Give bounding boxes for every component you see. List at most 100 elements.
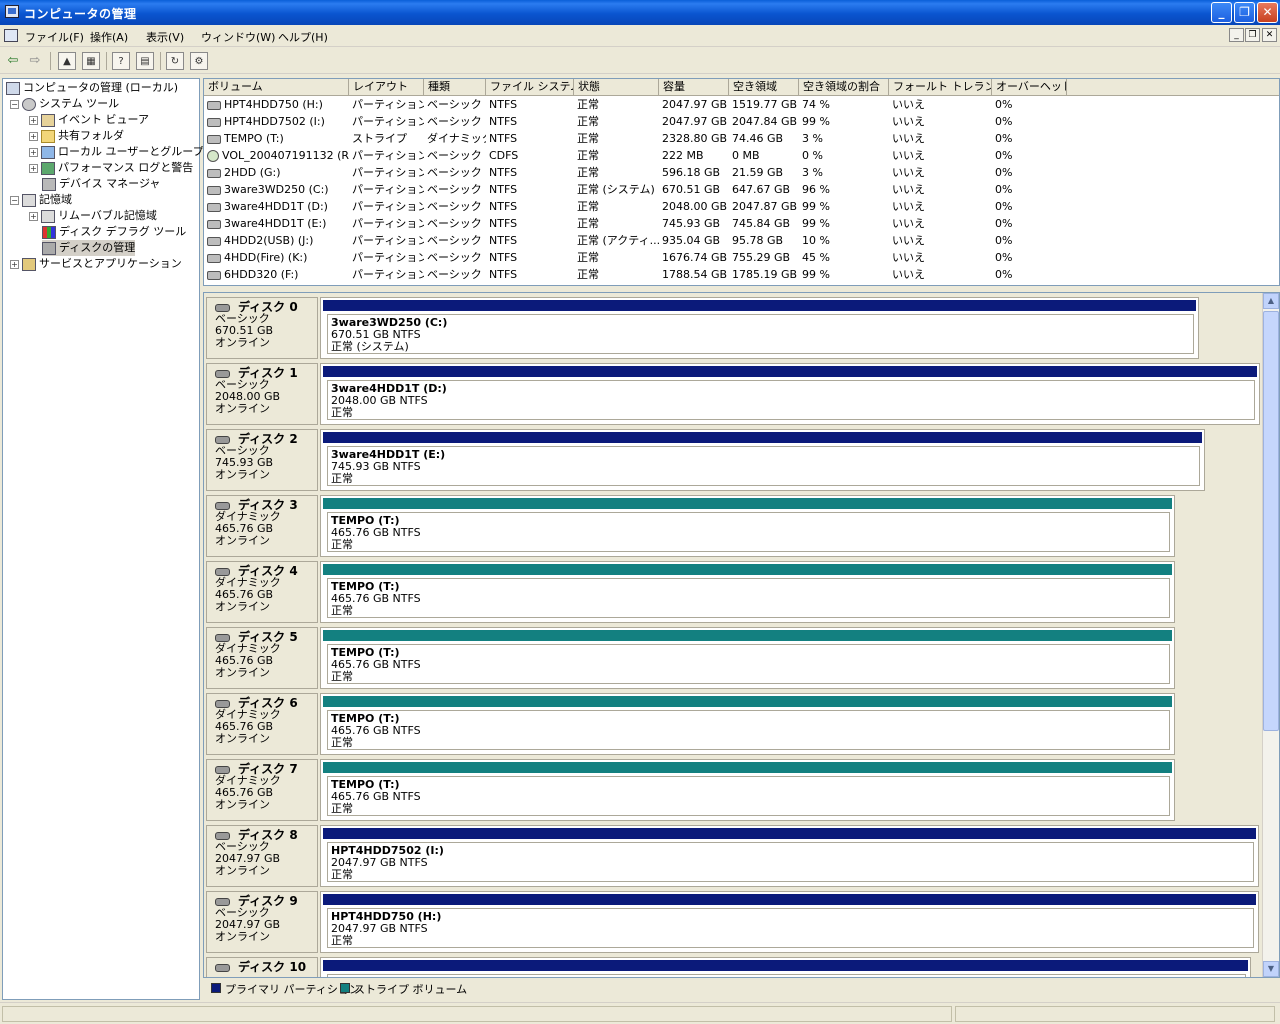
disk-row[interactable]: ディスク 8 ベーシック 2047.97 GB オンライン HPT4HDD7502 (I… [206,825,1264,887]
properties-icon[interactable]: ? [112,52,130,70]
disk-row[interactable]: ディスク 3 ダイナミック 465.76 GB オンライン TEMPO (T:) 465.… [206,495,1264,557]
menu-action[interactable]: 操作(A) [90,29,128,45]
help-icon[interactable]: ▤ [136,52,154,70]
mdi-minimize-button[interactable]: _ [1229,28,1244,42]
partition-block[interactable]: TEMPO (T:) 465.76 GB NTFS 正常 [320,693,1175,755]
partition-block[interactable] [320,957,1251,977]
disk-label[interactable]: ディスク 2 ベーシック 745.93 GB オンライン [206,429,318,491]
partition-block[interactable]: TEMPO (T:) 465.76 GB NTFS 正常 [320,627,1175,689]
column-header-capacity[interactable]: 容量 [659,79,729,96]
table-row[interactable]: HPT4HDD7502 (I:) パーティション ベーシック NTFS 正常 2047.9… [204,113,1279,130]
menu-view[interactable]: 表示(V) [146,29,184,45]
table-row[interactable]: TEMPO (T:) ストライプ ダイナミックNTFS 正常 2328.80 GB 74.… [204,130,1279,147]
column-header-volume[interactable]: ボリューム [204,79,349,96]
table-row[interactable]: VOL_200407191132 (R:) パーティション ベーシック CDFS 正常 2… [204,147,1279,164]
disk-label[interactable]: ディスク 3 ダイナミック 465.76 GB オンライン [206,495,318,557]
disk-label[interactable]: ディスク 6 ダイナミック 465.76 GB オンライン [206,693,318,755]
table-cell: 670.51 GB [659,181,729,198]
scroll-up-icon[interactable]: ▲ [1263,293,1279,309]
menu-file[interactable]: ファイル(F) [25,29,84,45]
disk-label[interactable]: ディスク 4 ダイナミック 465.76 GB オンライン [206,561,318,623]
tree-item-storage[interactable]: − 記憶域 [10,192,72,208]
refresh-icon[interactable]: ↻ [166,52,184,70]
table-row[interactable]: 3ware4HDD1T (E:) パーティション ベーシック NTFS 正常 745.93… [204,215,1279,232]
mdi-restore-button[interactable]: ❐ [1245,28,1260,42]
column-header-fault-tolerance[interactable]: フォールト トレランス [889,79,992,96]
cell-text: いいえ [892,217,925,230]
partition-block[interactable]: HPT4HDD7502 (I:) 2047.97 GB NTFS 正常 [320,825,1259,887]
disk-label[interactable]: ディスク 9 ベーシック 2047.97 GB オンライン [206,891,318,953]
settings-icon[interactable]: ⚙ [190,52,208,70]
disk-label[interactable]: ディスク 8 ベーシック 2047.97 GB オンライン [206,825,318,887]
table-row[interactable]: 4HDD(Fire) (K:) パーティション ベーシック NTFS 正常 1676.74… [204,249,1279,266]
disk-label[interactable]: ディスク 0 ベーシック 670.51 GB オンライン [206,297,318,359]
tree-item-disk-management[interactable]: ディスクの管理 [42,240,136,256]
vertical-scrollbar[interactable]: ▲ ▼ [1262,293,1279,977]
column-header-free-space[interactable]: 空き領域 [729,79,799,96]
disk-label[interactable]: ディスク 7 ダイナミック 465.76 GB オンライン [206,759,318,821]
partition-block[interactable]: 3ware4HDD1T (D:) 2048.00 GB NTFS 正常 [320,363,1260,425]
partition-block[interactable]: TEMPO (T:) 465.76 GB NTFS 正常 [320,495,1175,557]
tree-item-services[interactable]: + サービスとアプリケーション [10,256,182,272]
menu-help[interactable]: ヘルプ(H) [278,29,328,45]
expand-icon[interactable]: + [29,147,38,157]
table-row[interactable]: 4HDD2(USB) (J:) パーティション ベーシック NTFS 正常 (アクティ.… [204,232,1279,249]
table-row[interactable]: 6HDD320 (F:) パーティション ベーシック NTFS 正常 1788.54 GB… [204,266,1279,283]
column-header-type[interactable]: 種類 [424,79,486,96]
back-arrow-icon[interactable]: ⇦ [4,52,22,70]
disk-row[interactable]: ディスク 4 ダイナミック 465.76 GB オンライン TEMPO (T:) 465.… [206,561,1264,623]
tree-item-device-manager[interactable]: デバイス マネージャ [42,176,160,192]
tree-item-event-viewer[interactable]: + イベント ビューア [29,112,149,128]
disk-label[interactable]: ディスク 5 ダイナミック 465.76 GB オンライン [206,627,318,689]
partition-block[interactable]: 3ware4HDD1T (E:) 745.93 GB NTFS 正常 [320,429,1205,491]
tree-item-system-tools[interactable]: − システム ツール [10,96,119,112]
restore-button[interactable]: ❐ [1234,2,1255,23]
table-row[interactable]: 2HDD (G:) パーティション ベーシック NTFS 正常 596.18 GB 21.5… [204,164,1279,181]
disk-row[interactable]: ディスク 10 [206,957,1264,977]
partition-block[interactable]: TEMPO (T:) 465.76 GB NTFS 正常 [320,759,1175,821]
disk-row[interactable]: ディスク 6 ダイナミック 465.76 GB オンライン TEMPO (T:) 465.… [206,693,1264,755]
disk-row[interactable]: ディスク 0 ベーシック 670.51 GB オンライン 3ware3WD250 (C:… [206,297,1264,359]
tree-item-defrag[interactable]: ディスク デフラグ ツール [42,224,186,240]
column-header-layout[interactable]: レイアウト [349,79,424,96]
menu-window[interactable]: ウィンドウ(W) [201,29,275,45]
tree-item-performance[interactable]: + パフォーマンス ログと警告 [29,160,193,176]
close-button[interactable]: ✕ [1257,2,1278,23]
disk-row[interactable]: ディスク 5 ダイナミック 465.76 GB オンライン TEMPO (T:) 465.… [206,627,1264,689]
document-icon[interactable] [4,29,18,42]
tree-item-removable-storage[interactable]: + リムーバブル記憶域 [29,208,157,224]
expand-icon[interactable]: + [29,115,38,125]
up-folder-icon[interactable]: ▲ [58,52,76,70]
expand-icon[interactable]: + [10,259,19,269]
column-header-filesystem[interactable]: ファイル システム [486,79,574,96]
scroll-thumb[interactable] [1263,311,1279,731]
table-row[interactable]: 3ware3WD250 (C:) パーティション ベーシック NTFS 正常 (システム… [204,181,1279,198]
expand-icon[interactable]: + [29,163,38,173]
scroll-down-icon[interactable]: ▼ [1263,961,1279,977]
tree-item-root[interactable]: コンピュータの管理 (ローカル) [6,80,178,96]
table-row[interactable]: HPT4HDD750 (H:) パーティション ベーシック NTFS 正常 2047.97… [204,96,1279,113]
collapse-icon[interactable]: − [10,99,19,109]
disk-row[interactable]: ディスク 7 ダイナミック 465.76 GB オンライン TEMPO (T:) 465.… [206,759,1264,821]
disk-row[interactable]: ディスク 9 ベーシック 2047.97 GB オンライン HPT4HDD750 (H:… [206,891,1264,953]
tree-item-local-users[interactable]: + ローカル ユーザーとグループ [29,144,204,160]
column-header-status[interactable]: 状態 [574,79,659,96]
partition-block[interactable]: 3ware3WD250 (C:) 670.51 GB NTFS 正常 (システム) [320,297,1199,359]
disk-row[interactable]: ディスク 1 ベーシック 2048.00 GB オンライン 3ware4HDD1T (D… [206,363,1264,425]
disk-row[interactable]: ディスク 2 ベーシック 745.93 GB オンライン 3ware4HDD1T (E:… [206,429,1264,491]
partition-block[interactable]: TEMPO (T:) 465.76 GB NTFS 正常 [320,561,1175,623]
tree-item-shared-folders[interactable]: + 共有フォルダ [29,128,124,144]
disk-label[interactable]: ディスク 1 ベーシック 2048.00 GB オンライン [206,363,318,425]
column-header-free-percent[interactable]: 空き領域の割合 [799,79,889,96]
collapse-icon[interactable]: − [10,195,19,205]
show-hide-tree-icon[interactable]: ▦ [82,52,100,70]
expand-icon[interactable]: + [29,131,38,141]
table-row[interactable]: 3ware4HDD1T (D:) パーティション ベーシック NTFS 正常 2048.0… [204,198,1279,215]
forward-arrow-icon[interactable]: ⇨ [26,52,44,70]
mdi-close-button[interactable]: ✕ [1262,28,1277,42]
disk-label[interactable]: ディスク 10 [206,957,318,977]
expand-icon[interactable]: + [29,211,38,221]
column-header-overhead[interactable]: オーバーヘッド [992,79,1067,96]
minimize-button[interactable]: _ [1211,2,1232,23]
partition-block[interactable]: HPT4HDD750 (H:) 2047.97 GB NTFS 正常 [320,891,1259,953]
